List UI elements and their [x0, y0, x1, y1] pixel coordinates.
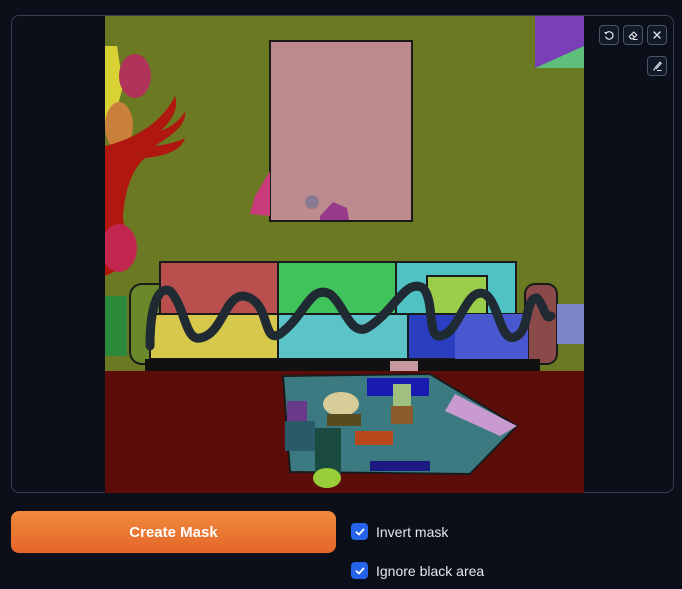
invert-mask-checkbox[interactable] [351, 523, 368, 540]
close-icon [653, 31, 661, 39]
ignore-black-area-checkbox[interactable] [351, 562, 368, 579]
ignore-black-area-label: Ignore black area [376, 562, 485, 579]
close-button[interactable] [647, 25, 667, 45]
checkmark-icon [355, 567, 364, 574]
clear-button[interactable] [623, 25, 643, 45]
checkmark-icon [355, 528, 364, 535]
invert-mask-option[interactable]: Invert mask [351, 523, 448, 540]
undo-icon [604, 31, 614, 40]
undo-button[interactable] [599, 25, 619, 45]
eraser-icon [628, 31, 638, 40]
create-mask-button[interactable]: Create Mask [11, 511, 336, 553]
brush-icon [653, 61, 662, 71]
brush-button[interactable] [647, 56, 667, 76]
segmentation-image-canvas[interactable] [105, 16, 584, 493]
ignore-black-area-option[interactable]: Ignore black area [351, 562, 484, 579]
segmentation-mask-image [105, 16, 584, 493]
image-editor-panel [11, 15, 674, 493]
invert-mask-label: Invert mask [376, 523, 449, 540]
